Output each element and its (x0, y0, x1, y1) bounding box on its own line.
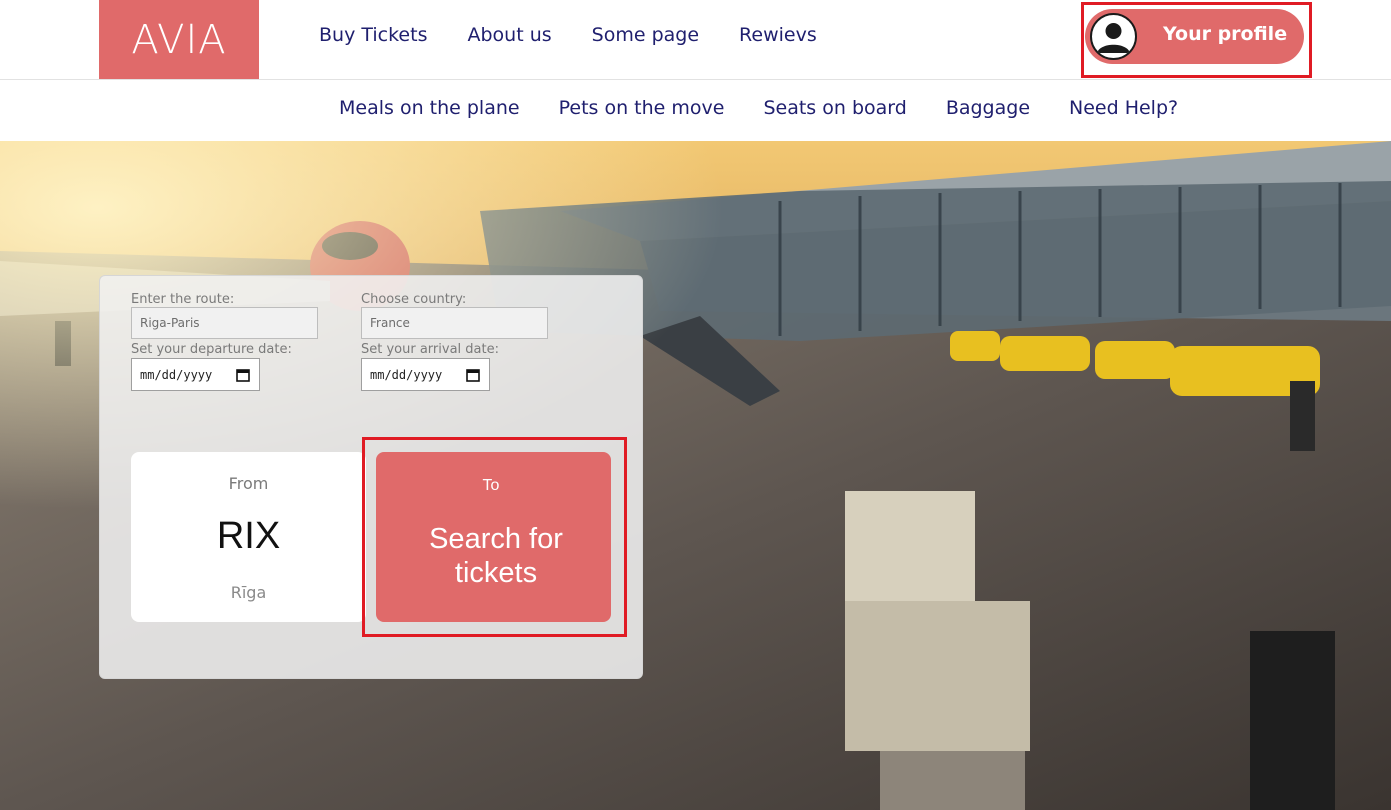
nav-reviews-link[interactable]: Rewievs (739, 24, 817, 46)
nav-some-page-link[interactable]: Some page (592, 24, 699, 46)
sub-nav-bar: Meals on the plane Pets on the move Seat… (0, 80, 1391, 141)
from-airport-card[interactable]: From RIX Rīga (131, 452, 366, 622)
main-nav: Buy Tickets About us Some page Rewievs (319, 24, 817, 46)
subnav-baggage-link[interactable]: Baggage (946, 97, 1030, 119)
from-airport-code: RIX (216, 515, 281, 557)
subnav-pets-link[interactable]: Pets on the move (559, 97, 725, 119)
arrival-date-placeholder: mm/dd/yyyy (370, 367, 443, 382)
user-avatar-icon (1090, 13, 1137, 60)
arrival-date-input[interactable]: mm/dd/yyyy (361, 358, 490, 391)
country-input[interactable] (361, 307, 548, 339)
arrival-date-label: Set your arrival date: (361, 342, 499, 357)
route-field-label: Enter the route: (131, 292, 235, 307)
departure-date-placeholder: mm/dd/yyyy (140, 367, 213, 382)
route-input[interactable] (131, 307, 318, 339)
your-profile-label: Your profile (1163, 23, 1288, 45)
search-tickets-label: Search for tickets (376, 522, 616, 590)
from-caption: From (228, 474, 269, 493)
nav-about-us-link[interactable]: About us (467, 24, 551, 46)
subnav-need-help-link[interactable]: Need Help? (1069, 97, 1178, 119)
country-field-label: Choose country: (361, 292, 467, 307)
subnav-meals-link[interactable]: Meals on the plane (339, 97, 520, 119)
calendar-icon[interactable] (236, 368, 250, 382)
avia-logo[interactable]: AVIA (99, 0, 259, 79)
to-caption: To (482, 477, 500, 494)
your-profile-button[interactable]: Your profile (1085, 9, 1304, 64)
from-city-name: Rīga (230, 583, 267, 602)
calendar-icon[interactable] (466, 368, 480, 382)
sub-nav: Meals on the plane Pets on the move Seat… (339, 97, 1178, 119)
search-tickets-button[interactable]: To Search for tickets (376, 452, 611, 622)
search-tickets-line-2: tickets (454, 557, 538, 589)
departure-date-input[interactable]: mm/dd/yyyy (131, 358, 260, 391)
subnav-seats-link[interactable]: Seats on board (763, 97, 906, 119)
search-tickets-line-1: Search for (429, 523, 563, 555)
departure-date-label: Set your departure date: (131, 342, 292, 357)
nav-buy-tickets-link[interactable]: Buy Tickets (319, 24, 427, 46)
